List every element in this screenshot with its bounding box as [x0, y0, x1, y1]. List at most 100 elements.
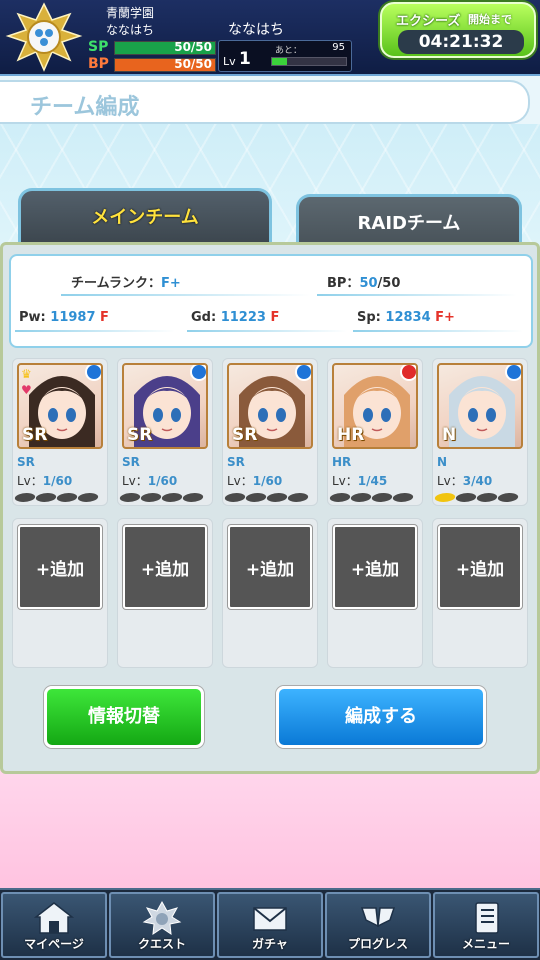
team-member-card[interactable]: HR HR Lv：1/45 — [327, 358, 423, 506]
leader-crown-icon: ♛ — [21, 367, 32, 381]
limit-break-pip — [34, 493, 58, 502]
team-member-card[interactable]: SR SR Lv：1/60 — [222, 358, 318, 506]
gd-rank: F — [270, 310, 280, 325]
limit-break-pips — [13, 487, 105, 502]
nav-quest-label: クエスト — [137, 937, 186, 951]
team-sp: Sp: 12834 F+ — [357, 310, 455, 325]
bp-stat: BP 50/50 — [88, 56, 216, 73]
nav-mypage-label: マイページ — [24, 937, 84, 951]
member-portrait: SR — [122, 363, 208, 449]
limit-break-pip — [349, 493, 373, 502]
gd-label: Gd: — [191, 310, 217, 325]
member-level-label: Lv： — [437, 474, 463, 488]
limit-break-pip — [160, 493, 184, 502]
nav-progress-label: プログレス — [347, 937, 408, 951]
limit-break-pip — [76, 493, 100, 502]
sp-value: 50/50 — [174, 40, 212, 54]
rarity-badge: N — [442, 425, 457, 445]
member-rarity: SR — [122, 455, 140, 469]
divider — [61, 294, 311, 296]
tab-main-team-label: メインチーム — [91, 207, 199, 228]
limit-break-pip — [265, 493, 289, 502]
nav-quest[interactable]: クエスト — [109, 892, 215, 958]
tab-raid-team[interactable]: RAIDチーム — [296, 194, 522, 242]
app-root: { "header": { "school": "青蘭学園", "player_… — [0, 0, 540, 960]
empty-slot-3: +追加 — [222, 518, 318, 668]
add-member-button[interactable]: +追加 — [123, 525, 207, 609]
limit-break-pips — [223, 487, 315, 502]
divider — [187, 330, 347, 332]
element-orb-icon — [190, 365, 206, 381]
add-member-button[interactable]: +追加 — [438, 525, 522, 609]
element-orb-icon — [400, 365, 416, 381]
status-header: 青蘭学園 ななはち ななはち SP 50/50 BP 50/50 Lv 1 あと… — [0, 0, 540, 76]
page-title-bar: チーム編成 — [0, 80, 530, 124]
rarity-badge: SR — [127, 425, 153, 445]
team-member-card[interactable]: N N Lv：3/40 — [432, 358, 528, 506]
member-rarity: SR — [227, 455, 245, 469]
limit-break-pip — [13, 493, 37, 502]
event-countdown: 04:21:32 — [398, 30, 524, 54]
divider — [317, 294, 517, 296]
quest-emblem-icon — [142, 900, 182, 936]
limit-break-pip — [433, 493, 457, 502]
event-label: エクシーズ — [396, 14, 461, 29]
school-name: 青蘭学園 — [106, 6, 155, 20]
empty-slot-4: +追加 — [327, 518, 423, 668]
rarity-badge: SR — [22, 425, 48, 445]
exp-label: あと： — [275, 46, 303, 56]
member-level-label: Lv： — [332, 474, 358, 488]
pw-rank: F — [100, 310, 109, 325]
player-name-center: ななはち — [228, 22, 284, 38]
limit-break-pip — [118, 493, 142, 502]
member-portrait: ♛ ♥ SR — [17, 363, 103, 449]
tab-main-team[interactable]: メインチーム — [18, 188, 272, 242]
level-box: Lv 1 あと： 95 — [218, 40, 352, 72]
add-member-button[interactable]: +追加 — [228, 525, 312, 609]
info-toggle-button[interactable]: 情報切替 — [44, 686, 204, 748]
member-level-value: 1/45 — [357, 474, 388, 488]
sp-label: SP — [88, 39, 109, 55]
member-level-value: 1/60 — [42, 474, 73, 488]
limit-break-pip — [244, 493, 268, 502]
add-member-button[interactable]: +追加 — [18, 525, 102, 609]
team-gd: Gd: 11223 F — [191, 310, 279, 325]
nav-progress[interactable]: プログレス — [325, 892, 431, 958]
bp-label: BP — [88, 56, 109, 72]
sp-stat: SP 50/50 — [88, 39, 216, 56]
member-rarity: SR — [17, 455, 35, 469]
event-countdown-button[interactable]: エクシーズ 開始まで 04:21:32 — [380, 2, 536, 58]
progress-icon — [360, 907, 396, 928]
add-member-button[interactable]: +追加 — [333, 525, 417, 609]
team-member-card[interactable]: ♛ ♥ SR SR Lv：1/60 — [12, 358, 108, 506]
nav-menu[interactable]: メニュー — [433, 892, 539, 958]
pink-background — [0, 770, 540, 890]
element-orb-icon — [85, 365, 101, 381]
limit-break-pip — [454, 493, 478, 502]
event-label-suffix: 開始まで — [468, 13, 512, 26]
member-rarity: N — [437, 455, 448, 469]
member-level-value: 1/60 — [147, 474, 178, 488]
sp-stat-rank: F+ — [435, 310, 455, 325]
nav-gacha-label: ガチャ — [252, 937, 288, 951]
tab-raid-team-label: RAIDチーム — [357, 213, 461, 234]
rarity-badge: SR — [232, 425, 258, 445]
limit-break-pip — [223, 493, 247, 502]
limit-break-pip — [370, 493, 394, 502]
limit-break-pip — [391, 493, 415, 502]
team-member-card[interactable]: SR SR Lv：1/60 — [117, 358, 213, 506]
nav-gacha[interactable]: ガチャ — [217, 892, 323, 958]
player-name: ななはち — [106, 23, 155, 37]
team-rank-value: F+ — [160, 276, 181, 291]
limit-break-pips — [328, 487, 420, 502]
empty-slot-1: +追加 — [12, 518, 108, 668]
organize-button[interactable]: 編成する — [276, 686, 486, 748]
limit-break-pips — [118, 487, 210, 502]
team-info-box: チームランク：F+ BP：50/50 Pw: 11987 F Gd: 11223… — [9, 254, 533, 348]
member-portrait: SR — [227, 363, 313, 449]
level-value: 1 — [239, 49, 251, 69]
limit-break-pip — [55, 493, 79, 502]
nav-mypage[interactable]: マイページ — [1, 892, 107, 958]
team-bp-label: BP： — [327, 276, 360, 291]
bp-value: 50/50 — [174, 57, 212, 71]
